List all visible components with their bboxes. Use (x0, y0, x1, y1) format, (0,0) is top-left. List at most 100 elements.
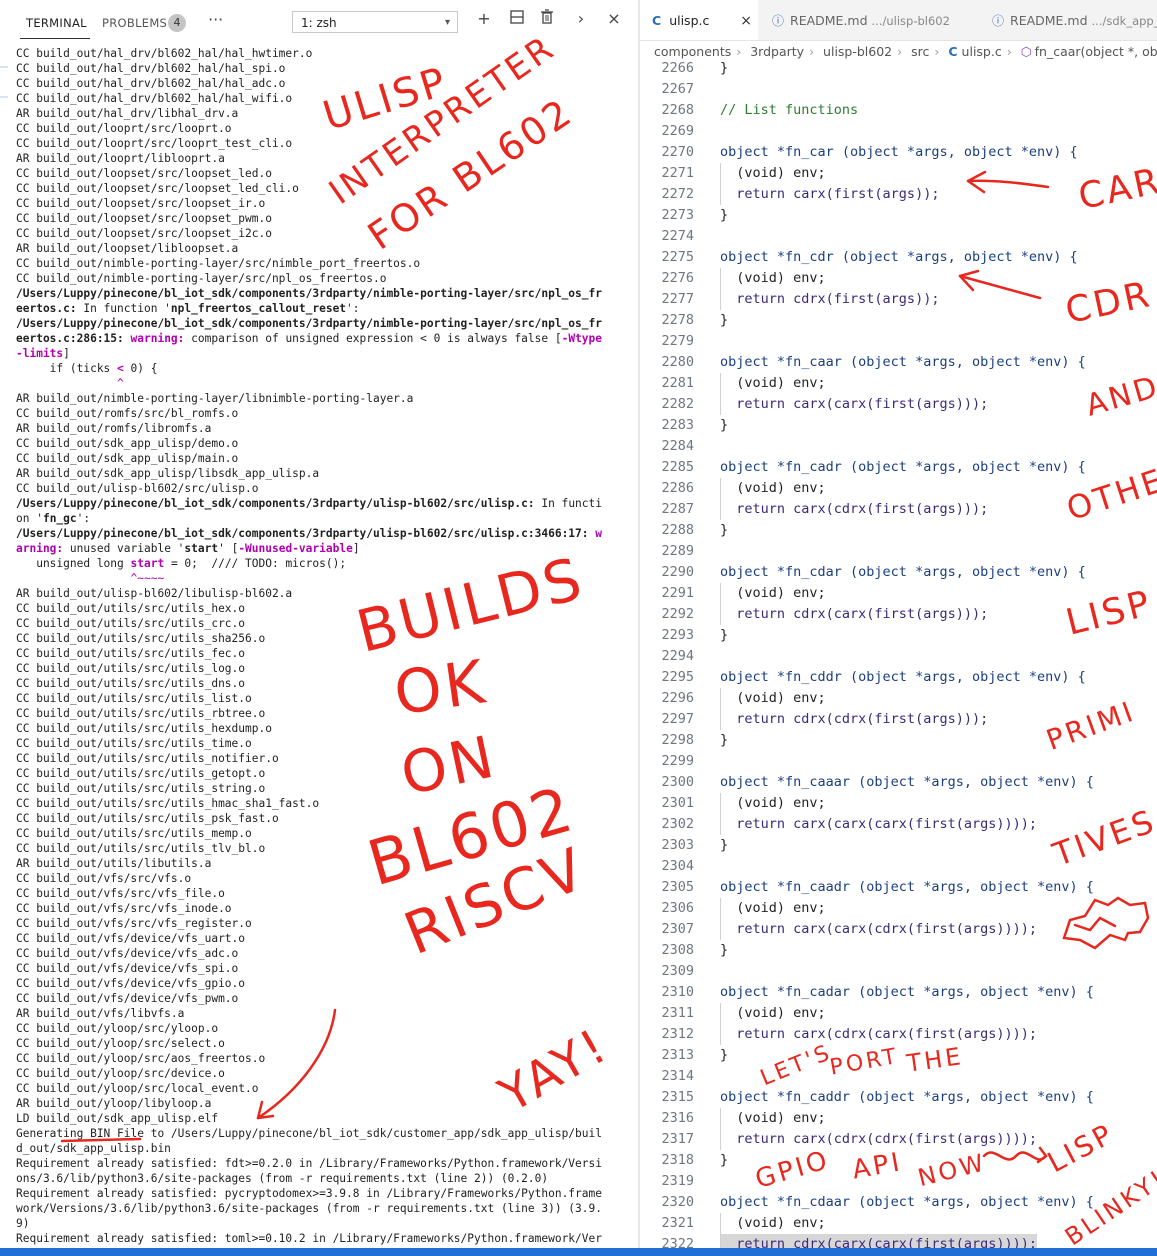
terminal-text: Requirement already satisfied: fdt>=0.2.… (16, 1157, 602, 1170)
indent-guide (720, 583, 721, 604)
plus-icon[interactable]: + (474, 9, 494, 28)
terminal-line: AR build_out/nimble-porting-layer/libnim… (16, 391, 628, 406)
line-number: 2301 (661, 795, 694, 811)
cube-icon: ⬡ (1020, 44, 1032, 59)
split-icon[interactable] (507, 9, 527, 28)
tab-readme-sdk-app[interactable]: ⓘ README.md .../sdk_app_ (986, 0, 1157, 40)
terminal-text: -Wunused-variable (238, 542, 353, 555)
terminal-line: AR build_out/romfs/libromfs.a (16, 421, 628, 436)
terminal-text: eertos.c:286:15: (16, 332, 131, 345)
line-number: 2288 (661, 522, 694, 538)
shell-selector[interactable]: 1: zsh ▾ (292, 11, 458, 33)
terminal-text: CC build_out/vfs/device/vfs_spi.o (16, 962, 239, 975)
terminal-text: CC build_out/utils/src/utils_notifier.o (16, 752, 279, 765)
line-number: 2292 (661, 606, 694, 622)
terminal-text: CC build_out/sdk_app_ulisp/demo.o (16, 437, 239, 450)
line-number: 2273 (661, 207, 694, 223)
code-text: object *fn_cdaar (object *args, object *… (720, 1194, 1094, 1210)
code-text: (void) env; (720, 795, 826, 811)
line-number: 2269 (661, 123, 694, 139)
tab-ulisp-c[interactable]: Culisp.c × (640, 0, 758, 40)
terminal-line: CC build_out/hal_drv/bl602_hal/hal_spi.o (16, 61, 628, 76)
edge-mark (0, 96, 8, 98)
terminal-text: CC build_out/utils/src/utils_fec.o (16, 647, 246, 660)
breadcrumb-item[interactable]: ulisp-bl602 (823, 44, 892, 59)
tab-readme-ulisp[interactable]: ⓘ README.md .../ulisp-bl602 (766, 0, 976, 40)
terminal-text: arning: (16, 542, 64, 555)
line-number: 2303 (661, 837, 694, 853)
terminal-text: if (ticks (16, 362, 118, 375)
terminal-text: ': (76, 512, 91, 525)
code-text: return cdrx(first(args)); (720, 291, 940, 307)
terminal-line: LD build_out/sdk_app_ulisp.elf (16, 1111, 628, 1126)
terminal-text: CC build_out/utils/src/utils_hmac_sha1_f… (16, 797, 320, 810)
terminal-line: CC build_out/utils/src/utils_hex.o (16, 601, 628, 616)
line-number: 2304 (661, 858, 694, 874)
code-line: 2310 object *fn_cadar (object *args, obje… (640, 982, 1157, 1003)
terminal-text: work/Versions/3.6/lib/python3.6/site-pac… (16, 1202, 602, 1215)
code-line: 2303} (640, 835, 1157, 856)
terminal-line: unsigned long start = 0; //// TODO: micr… (16, 556, 628, 571)
code-line: 2275 object *fn_cdr (object *args, object… (640, 247, 1157, 268)
terminal-line: Generating BIN File to /Users/Luppy/pine… (16, 1126, 628, 1141)
terminal-text: CC build_out/vfs/device/vfs_pwm.o (16, 992, 239, 1005)
line-number: 2266 (661, 60, 694, 76)
code-text: return carx(cdrx(first(args))); (720, 501, 989, 517)
code-line: 2301 (void) env; (640, 793, 1157, 814)
terminal-line: on 'fn_gc': (16, 511, 628, 526)
terminal-output[interactable]: CC build_out/hal_drv/bl602_hal/hal_hwtim… (16, 46, 628, 1246)
indent-guide (720, 898, 721, 919)
terminal-text: /Users/Luppy/pinecone/bl_iot_sdk/compone… (16, 317, 602, 330)
terminal-text: CC build_out/vfs/src/vfs_register.o (16, 917, 252, 930)
terminal-line: Requirement already satisfied: fdt>=0.2.… (16, 1156, 628, 1171)
indent-guide (720, 394, 721, 415)
line-number: 2302 (661, 816, 694, 832)
close-icon[interactable]: × (604, 9, 624, 28)
indent-guide (720, 814, 721, 835)
code-text: (void) env; (720, 1215, 826, 1231)
code-line: 2312 return carx(cdrx(carx(first(args)))… (640, 1024, 1157, 1045)
terminal-line: /Users/Luppy/pinecone/bl_iot_sdk/compone… (16, 526, 628, 541)
code-text: } (720, 942, 729, 958)
terminal-line: CC build_out/utils/src/utils_dns.o (16, 676, 628, 691)
code-text: } (720, 207, 729, 223)
code-line: 2273} (640, 205, 1157, 226)
terminal-text: CC build_out/sdk_app_ulisp/main.o (16, 452, 239, 465)
terminal-line: AR build_out/vfs/libvfs.a (16, 1006, 628, 1021)
terminal-text: unsigned long (16, 557, 131, 570)
terminal-line: ons/3.6/lib/python3.6/site-packages (fro… (16, 1171, 628, 1186)
breadcrumb-item[interactable]: src (911, 44, 929, 59)
indent-guide (720, 184, 721, 205)
c-file-icon: C (652, 13, 662, 28)
breadcrumb-item[interactable]: components (654, 44, 731, 59)
code-line: 2302 return carx(carx(carx(first(args)))… (640, 814, 1157, 835)
breadcrumb-item[interactable]: ulisp.c (962, 44, 1002, 59)
shell-selector-label: 1: zsh (301, 16, 337, 30)
code-line: 2285 object *fn_cadr (object *args, objec… (640, 457, 1157, 478)
close-icon[interactable]: × (740, 0, 752, 42)
terminal-line: eertos.c: In function 'npl_freertos_call… (16, 301, 628, 316)
ellipsis-icon[interactable]: ··· (208, 10, 223, 29)
terminal-line: CC build_out/utils/src/utils_time.o (16, 736, 628, 751)
breadcrumb-item[interactable]: fn_caar(object *, obje (1035, 44, 1157, 59)
code-text: object *fn_cddr (object *args, object *e… (720, 669, 1086, 685)
code-text: (void) env; (720, 690, 826, 706)
chevron-right-icon[interactable]: › (571, 9, 591, 28)
terminal-text: CC build_out/utils/src/utils_crc.o (16, 617, 246, 630)
terminal-line: CC build_out/utils/src/utils_notifier.o (16, 751, 628, 766)
tab-problems[interactable]: PROBLEMS (102, 16, 167, 30)
code-line: 2299 (640, 751, 1157, 772)
terminal-text: CC build_out/romfs/src/bl_romfs.o (16, 407, 239, 420)
chevron-right-icon: › (1006, 44, 1012, 59)
code-line: 2274 (640, 226, 1157, 247)
code-line: 2278} (640, 310, 1157, 331)
breadcrumb-item[interactable]: 3rdparty (750, 44, 804, 59)
trash-icon[interactable] (537, 9, 557, 28)
terminal-text: npl_freertos_callout_reset (170, 302, 347, 315)
terminal-text: CC build_out/utils/src/utils_list.o (16, 692, 252, 705)
indent-guide (720, 1108, 721, 1129)
line-number: 2321 (661, 1215, 694, 1231)
tab-terminal[interactable]: TERMINAL (26, 16, 87, 30)
code-line: 2271 (void) env; (640, 163, 1157, 184)
line-number: 2291 (661, 585, 694, 601)
